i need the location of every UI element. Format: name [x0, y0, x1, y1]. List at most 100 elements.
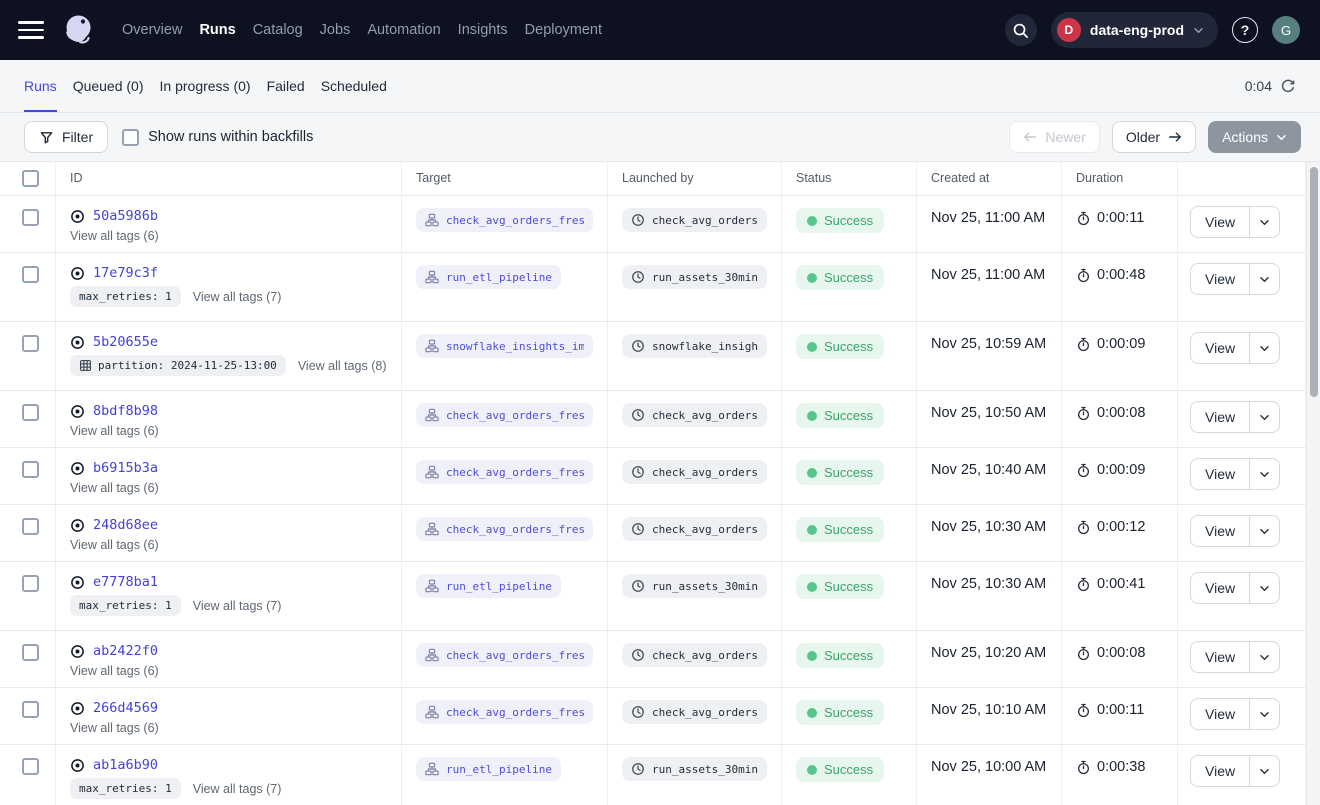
refresh-icon[interactable] [1280, 78, 1296, 94]
filter-button[interactable]: Filter [24, 121, 108, 153]
target-pill[interactable]: run_etl_pipeline [416, 265, 561, 289]
view-button[interactable]: View [1191, 333, 1249, 363]
view-button[interactable]: View [1191, 516, 1249, 546]
row-checkbox[interactable] [22, 266, 39, 283]
dagster-logo[interactable] [60, 11, 98, 49]
target-pill[interactable]: check_avg_orders_freshne [416, 460, 593, 484]
row-checkbox[interactable] [22, 461, 39, 478]
run-id-link[interactable]: ab2422f0 [93, 643, 158, 659]
run-id-link[interactable]: 266d4569 [93, 700, 158, 716]
view-button[interactable]: View [1191, 459, 1249, 489]
launched-by-pill[interactable]: check_avg_orders_f… [622, 460, 767, 484]
row-checkbox[interactable] [22, 518, 39, 535]
row-checkbox[interactable] [22, 575, 39, 592]
pagination-actions: Newer Older Actions [1009, 121, 1301, 153]
view-dropdown-button[interactable] [1249, 516, 1279, 546]
tab-scheduled[interactable]: Scheduled [321, 60, 387, 112]
tab-runs[interactable]: Runs [24, 60, 57, 112]
launched-by-pill[interactable]: check_avg_orders_f… [622, 700, 767, 724]
run-id-link[interactable]: 8bdf8b98 [93, 403, 158, 419]
scrollbar-track[interactable] [1306, 162, 1320, 805]
target-pill[interactable]: check_avg_orders_freshne [416, 643, 593, 667]
view-dropdown-button[interactable] [1249, 642, 1279, 672]
target-pill[interactable]: run_etl_pipeline [416, 757, 561, 781]
view-dropdown-button[interactable] [1249, 207, 1279, 237]
scrollbar-thumb[interactable] [1310, 167, 1318, 397]
view-all-tags-link[interactable]: View all tags (6) [70, 424, 159, 438]
view-button[interactable]: View [1191, 642, 1249, 672]
view-dropdown-button[interactable] [1249, 459, 1279, 489]
launched-by-pill[interactable]: snowflake_insights_… [622, 334, 767, 358]
view-dropdown-button[interactable] [1249, 402, 1279, 432]
launched-by-pill[interactable]: check_avg_orders_f… [622, 403, 767, 427]
launched-by-pill[interactable]: run_assets_30min [622, 574, 767, 598]
view-dropdown-button[interactable] [1249, 756, 1279, 786]
newer-button[interactable]: Newer [1009, 121, 1099, 153]
view-dropdown-button[interactable] [1249, 573, 1279, 603]
nav-runs[interactable]: Runs [199, 22, 235, 38]
view-button[interactable]: View [1191, 756, 1249, 786]
row-checkbox[interactable] [22, 701, 39, 718]
run-id-link[interactable]: 50a5986b [93, 208, 158, 224]
view-all-tags-link[interactable]: View all tags (6) [70, 538, 159, 552]
view-dropdown-button[interactable] [1249, 264, 1279, 294]
view-all-tags-link[interactable]: View all tags (6) [70, 721, 159, 735]
view-dropdown-button[interactable] [1249, 333, 1279, 363]
row-checkbox[interactable] [22, 335, 39, 352]
search-icon [1012, 22, 1029, 39]
target-pill[interactable]: check_avg_orders_freshne [416, 517, 593, 541]
run-id-link[interactable]: ab1a6b90 [93, 757, 158, 773]
view-button[interactable]: View [1191, 207, 1249, 237]
tab-queued[interactable]: Queued (0) [73, 60, 144, 112]
run-id-link[interactable]: 17e79c3f [93, 265, 158, 281]
nav-catalog[interactable]: Catalog [253, 22, 303, 38]
view-button[interactable]: View [1191, 699, 1249, 729]
older-button[interactable]: Older [1112, 121, 1196, 153]
view-dropdown-button[interactable] [1249, 699, 1279, 729]
target-pill[interactable]: check_avg_orders_freshne [416, 208, 593, 232]
nav-insights[interactable]: Insights [458, 22, 508, 38]
row-checkbox[interactable] [22, 404, 39, 421]
view-button[interactable]: View [1191, 402, 1249, 432]
view-all-tags-link[interactable]: View all tags (6) [70, 664, 159, 678]
row-checkbox[interactable] [22, 644, 39, 661]
launched-by-pill[interactable]: check_avg_orders_f… [622, 208, 767, 232]
tab-in-progress[interactable]: In progress (0) [160, 60, 251, 112]
view-all-tags-link[interactable]: View all tags (7) [193, 782, 282, 796]
view-button[interactable]: View [1191, 264, 1249, 294]
run-id-link[interactable]: b6915b3a [93, 460, 158, 476]
row-checkbox[interactable] [22, 758, 39, 775]
nav-automation[interactable]: Automation [367, 22, 440, 38]
run-id-link[interactable]: e7778ba1 [93, 574, 158, 590]
launched-by-pill[interactable]: check_avg_orders_f… [622, 517, 767, 541]
deployment-switcher[interactable]: D data-eng-prod [1051, 12, 1218, 48]
nav-deployment[interactable]: Deployment [525, 22, 602, 38]
tab-failed[interactable]: Failed [267, 60, 305, 112]
target-pill[interactable]: check_avg_orders_freshne [416, 700, 593, 724]
target-pill[interactable]: run_etl_pipeline [416, 574, 561, 598]
launched-by-pill[interactable]: check_avg_orders_f… [622, 643, 767, 667]
select-all-checkbox[interactable] [22, 170, 39, 187]
launched-by-name: run_assets_30min [652, 763, 758, 776]
help-button[interactable]: ? [1232, 17, 1258, 43]
nav-jobs[interactable]: Jobs [320, 22, 351, 38]
show-backfills-checkbox[interactable] [122, 129, 139, 146]
view-button[interactable]: View [1191, 573, 1249, 603]
nav-overview[interactable]: Overview [122, 22, 182, 38]
target-pill[interactable]: snowflake_insights_import [416, 334, 593, 358]
menu-icon[interactable] [18, 21, 44, 39]
launched-by-pill[interactable]: run_assets_30min [622, 265, 767, 289]
view-all-tags-link[interactable]: View all tags (7) [193, 290, 282, 304]
run-id-link[interactable]: 248d68ee [93, 517, 158, 533]
row-checkbox[interactable] [22, 209, 39, 226]
search-button[interactable] [1005, 14, 1037, 46]
launched-by-pill[interactable]: run_assets_30min [622, 757, 767, 781]
view-all-tags-link[interactable]: View all tags (8) [298, 359, 387, 373]
view-all-tags-link[interactable]: View all tags (7) [193, 599, 282, 613]
view-all-tags-link[interactable]: View all tags (6) [70, 229, 159, 243]
target-pill[interactable]: check_avg_orders_freshne [416, 403, 593, 427]
user-avatar[interactable]: G [1272, 16, 1300, 44]
run-id-link[interactable]: 5b20655e [93, 334, 158, 350]
actions-button[interactable]: Actions [1208, 121, 1301, 153]
view-all-tags-link[interactable]: View all tags (6) [70, 481, 159, 495]
